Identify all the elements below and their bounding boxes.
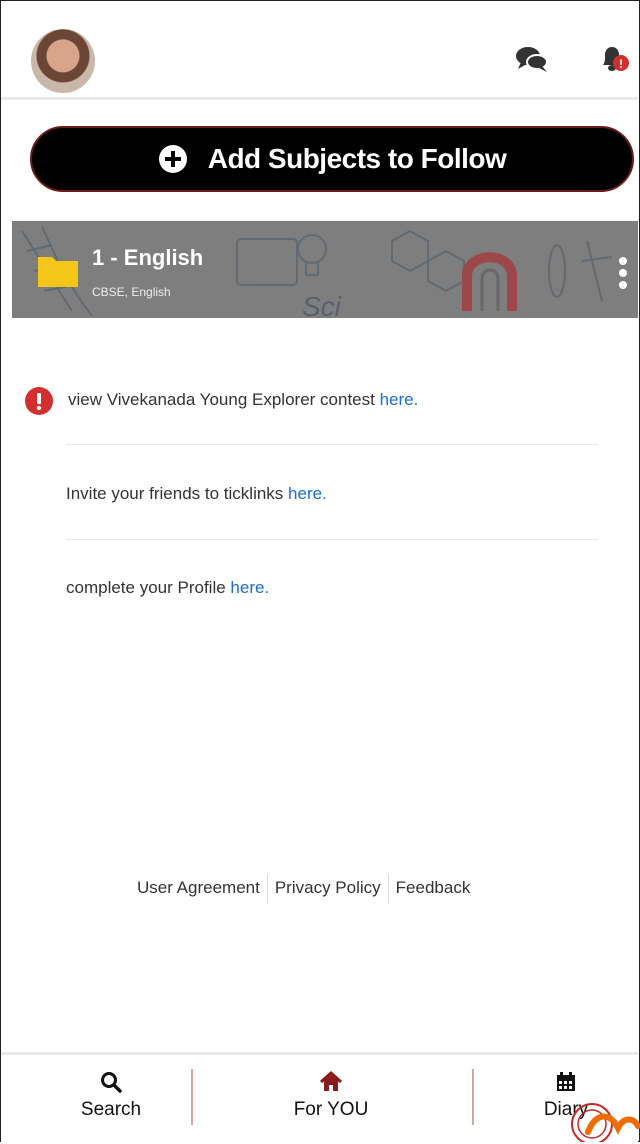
notice-contest-link[interactable]: here. (380, 390, 419, 409)
bell-icon[interactable]: ! (597, 43, 629, 75)
notice-contest: view Vivekanada Young Explorer contest h… (68, 390, 418, 410)
bottom-navigation: Search For YOU Diary (1, 1052, 638, 1144)
folder-icon (38, 257, 78, 287)
calendar-icon (557, 1072, 575, 1091)
notice-invite-text: Invite your friends to ticklinks (66, 484, 289, 503)
nav-search[interactable]: Search (41, 1055, 181, 1144)
plus-circle-icon (158, 145, 187, 173)
alert-icon (25, 387, 53, 415)
subject-subtitle: CBSE, English (92, 285, 171, 299)
user-agreement-link[interactable]: User Agreement (130, 878, 267, 904)
user-avatar[interactable] (31, 29, 95, 93)
top-header: ! (1, 1, 638, 100)
notice-invite-link[interactable]: here. (288, 484, 327, 503)
nav-separator (472, 1069, 474, 1125)
notice-invite: Invite your friends to ticklinks here. (66, 484, 327, 504)
subject-card-english[interactable]: Sci 1 - English CBSE, English (12, 221, 638, 318)
divider (66, 444, 598, 445)
notice-profile-link[interactable]: here. (230, 578, 269, 597)
nav-separator (191, 1069, 193, 1125)
bell-badge: ! (619, 57, 623, 71)
brand-logo (571, 1103, 640, 1142)
add-subjects-label: Add Subjects to Follow (207, 143, 507, 174)
nav-for-you-label: For YOU (293, 1099, 369, 1120)
chat-icon[interactable] (515, 45, 549, 73)
feedback-link[interactable]: Feedback (389, 878, 478, 904)
search-icon (101, 1072, 122, 1093)
subject-title: 1 - English (92, 245, 204, 270)
add-subjects-button[interactable]: Add Subjects to Follow (30, 126, 634, 192)
notice-contest-text: view Vivekanada Young Explorer contest (68, 390, 380, 409)
notice-profile-text: complete your Profile (66, 578, 231, 597)
divider (66, 539, 598, 540)
nav-for-you[interactable]: For YOU (261, 1055, 401, 1144)
footer-links: User Agreement Privacy Policy Feedback (130, 874, 478, 904)
svg-text:Sci: Sci (302, 291, 342, 318)
more-options-icon[interactable] (616, 255, 630, 295)
privacy-policy-link[interactable]: Privacy Policy (268, 878, 388, 904)
nav-search-label: Search (80, 1099, 142, 1120)
notice-profile: complete your Profile here. (66, 578, 269, 598)
home-icon (319, 1071, 343, 1091)
